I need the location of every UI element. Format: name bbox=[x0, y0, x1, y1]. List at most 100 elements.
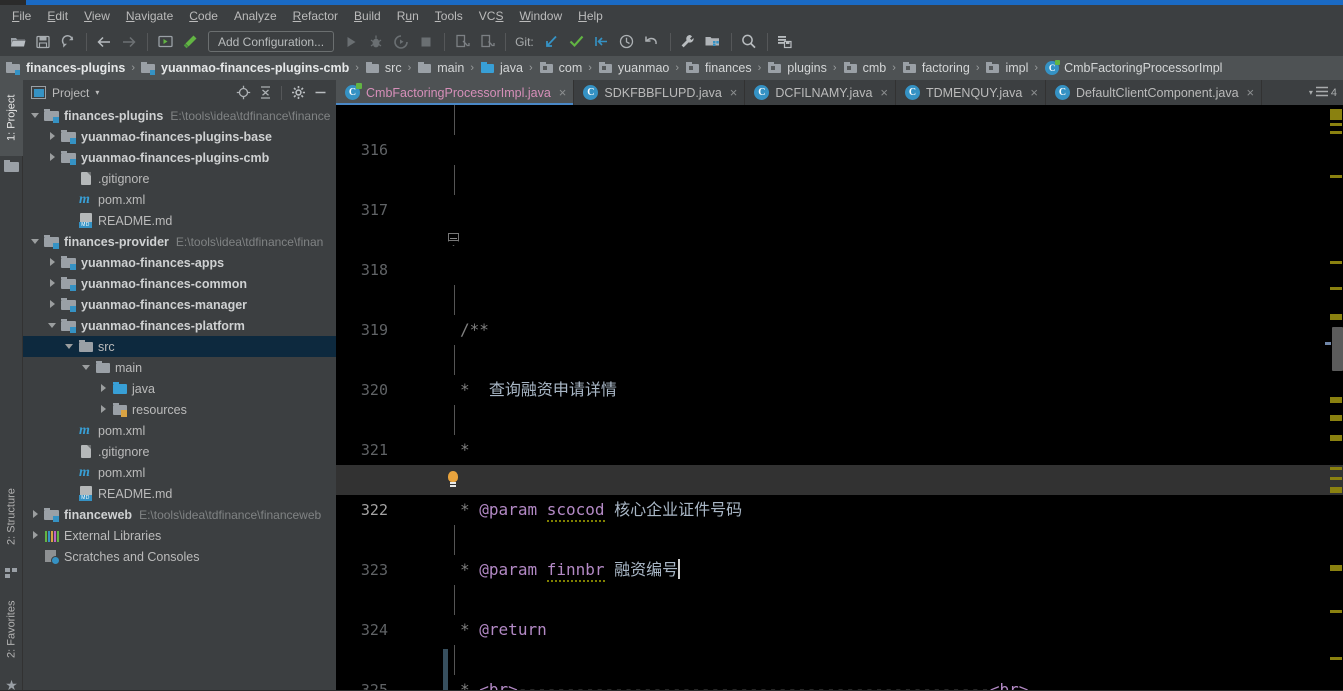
breadcrumb-item-src[interactable]: src bbox=[365, 60, 402, 76]
stripe-marker[interactable] bbox=[1330, 109, 1342, 120]
breadcrumb-item-plugins[interactable]: plugins bbox=[767, 60, 827, 76]
save-all-icon[interactable] bbox=[31, 30, 55, 54]
breadcrumb-item-cmbfactoringprocessorimpl[interactable]: C CmbFactoringProcessorImpl bbox=[1044, 60, 1222, 76]
editor-tab-defaultclientcomponent-java[interactable]: C DefaultClientComponent.java × bbox=[1046, 80, 1263, 105]
tree-node--gitignore[interactable]: .gitignore bbox=[23, 441, 336, 462]
chevron-down-icon[interactable]: ▾ bbox=[1309, 88, 1313, 97]
menu-item-tools[interactable]: Tools bbox=[427, 6, 471, 26]
stripe-marker[interactable] bbox=[1330, 487, 1342, 493]
forward-arrow-icon[interactable] bbox=[117, 30, 141, 54]
breadcrumb-item-impl[interactable]: impl bbox=[985, 60, 1028, 76]
breadcrumb-item-finances-plugins[interactable]: finances-plugins bbox=[6, 60, 125, 76]
stripe-marker[interactable] bbox=[1330, 565, 1342, 571]
chevron-down-icon[interactable] bbox=[65, 341, 76, 352]
database-icon[interactable] bbox=[773, 30, 797, 54]
tree-node-resources[interactable]: resources bbox=[23, 399, 336, 420]
editor-tab-dcfilnamy-java[interactable]: C DCFILNAMY.java × bbox=[745, 80, 897, 105]
close-icon[interactable]: × bbox=[880, 86, 888, 99]
breadcrumb-item-cmb[interactable]: cmb bbox=[843, 60, 886, 76]
tree-node-scratches-and-consoles[interactable]: Scratches and Consoles bbox=[23, 546, 336, 567]
menu-item-build[interactable]: Build bbox=[346, 6, 389, 26]
menu-item-vcs[interactable]: VCS bbox=[471, 6, 512, 26]
tree-node-yuanmao-finances-common[interactable]: yuanmao-finances-common bbox=[23, 273, 336, 294]
chevron-right-icon[interactable] bbox=[31, 509, 42, 520]
menu-item-help[interactable]: Help bbox=[570, 6, 611, 26]
stripe-marker[interactable] bbox=[1330, 287, 1342, 290]
tab-list-icon[interactable] bbox=[1315, 86, 1328, 100]
menu-item-analyze[interactable]: Analyze bbox=[226, 6, 285, 26]
intention-bulb-icon[interactable] bbox=[446, 471, 460, 488]
open-project-icon[interactable] bbox=[6, 30, 30, 54]
chevron-right-icon[interactable] bbox=[31, 530, 42, 541]
chevron-down-icon[interactable] bbox=[48, 320, 59, 331]
tree-node-pom-xml[interactable]: m pom.xml bbox=[23, 420, 336, 441]
tree-node-yuanmao-finances-plugins-cmb[interactable]: yuanmao-finances-plugins-cmb bbox=[23, 147, 336, 168]
run-icon[interactable] bbox=[339, 30, 363, 54]
tree-node-pom-xml[interactable]: m pom.xml bbox=[23, 462, 336, 483]
stripe-marker[interactable] bbox=[1330, 175, 1342, 178]
stripe-marker[interactable] bbox=[1330, 657, 1342, 660]
stripe-marker[interactable] bbox=[1330, 131, 1342, 134]
add-configuration-button[interactable]: Add Configuration... bbox=[208, 31, 335, 52]
editor-vertical-scrollbar[interactable] bbox=[1332, 327, 1343, 371]
breadcrumb-item-finances[interactable]: finances bbox=[685, 60, 752, 76]
menu-item-view[interactable]: View bbox=[76, 6, 118, 26]
stripe-marker[interactable] bbox=[1330, 435, 1342, 441]
fold-marker-collapse[interactable] bbox=[448, 233, 461, 246]
chevron-down-icon[interactable]: ▾ bbox=[95, 88, 99, 97]
tree-node-readme-md[interactable]: MD README.md bbox=[23, 483, 336, 504]
project-structure-icon[interactable] bbox=[701, 30, 725, 54]
tree-node-java[interactable]: java bbox=[23, 378, 336, 399]
stripe-marker[interactable] bbox=[1330, 477, 1342, 480]
tree-node-finances-provider[interactable]: finances-provider E:\tools\idea\tdfinance… bbox=[23, 231, 336, 252]
breadcrumb-item-com[interactable]: com bbox=[539, 60, 582, 76]
tree-node--gitignore[interactable]: .gitignore bbox=[23, 168, 336, 189]
breadcrumb-item-java[interactable]: java bbox=[480, 60, 523, 76]
code-editor[interactable]: 316 317 318 /** 319 * 查询融资申请详情 320 * 321… bbox=[336, 105, 1343, 691]
breadcrumb-item-factoring[interactable]: factoring bbox=[902, 60, 970, 76]
search-icon[interactable] bbox=[737, 30, 761, 54]
breadcrumb-item-yuanmao[interactable]: yuanmao bbox=[598, 60, 669, 76]
chevron-down-icon[interactable] bbox=[31, 236, 42, 247]
stripe-marker[interactable] bbox=[1330, 397, 1342, 403]
chevron-right-icon[interactable] bbox=[48, 152, 59, 163]
breadcrumb-item-yuanmao-finances-plugins-cmb[interactable]: yuanmao-finances-plugins-cmb bbox=[141, 60, 349, 76]
chevron-right-icon[interactable] bbox=[48, 131, 59, 142]
menu-item-refactor[interactable]: Refactor bbox=[285, 6, 346, 26]
breadcrumb-item-main[interactable]: main bbox=[417, 60, 464, 76]
close-icon[interactable]: × bbox=[559, 86, 567, 99]
editor-tabs-overflow[interactable]: ▾ 4 bbox=[1309, 80, 1343, 105]
git-update-icon[interactable] bbox=[540, 30, 564, 54]
chevron-down-icon[interactable] bbox=[31, 110, 42, 121]
editor-tab-cmbfactoringprocessorimpl-java[interactable]: C CmbFactoringProcessorImpl.java × bbox=[336, 80, 575, 105]
stripe-marker[interactable] bbox=[1330, 123, 1342, 126]
menu-item-file[interactable]: File bbox=[4, 6, 39, 26]
sidebar-item-structure[interactable]: 2: Structure bbox=[0, 472, 23, 562]
build-hammer-icon[interactable] bbox=[178, 30, 202, 54]
tree-node-main[interactable]: main bbox=[23, 357, 336, 378]
editor-tab-sdkfbbflupd-java[interactable]: C SDKFBBFLUPD.java × bbox=[574, 80, 746, 105]
uninstall-app-icon[interactable] bbox=[475, 30, 499, 54]
menu-item-navigate[interactable]: Navigate bbox=[118, 6, 181, 26]
chevron-right-icon[interactable] bbox=[48, 299, 59, 310]
project-tree[interactable]: finances-plugins E:\tools\idea\tdfinance\… bbox=[23, 105, 336, 691]
chevron-right-icon[interactable] bbox=[48, 257, 59, 268]
menu-item-run[interactable]: Run bbox=[389, 6, 427, 26]
close-icon[interactable]: × bbox=[1247, 86, 1255, 99]
back-arrow-icon[interactable] bbox=[92, 30, 116, 54]
locate-target-icon[interactable] bbox=[233, 83, 253, 103]
run-configuration-icon[interactable] bbox=[153, 30, 177, 54]
menu-item-window[interactable]: Window bbox=[511, 6, 570, 26]
chevron-right-icon[interactable] bbox=[99, 404, 110, 415]
install-app-icon[interactable] bbox=[450, 30, 474, 54]
menu-item-edit[interactable]: Edit bbox=[39, 6, 76, 26]
tree-node-yuanmao-finances-apps[interactable]: yuanmao-finances-apps bbox=[23, 252, 336, 273]
settings-gear-icon[interactable] bbox=[288, 83, 308, 103]
tree-node-yuanmao-finances-plugins-base[interactable]: yuanmao-finances-plugins-base bbox=[23, 126, 336, 147]
close-icon[interactable]: × bbox=[1030, 86, 1038, 99]
settings-wrench-icon[interactable] bbox=[676, 30, 700, 54]
debug-icon[interactable] bbox=[364, 30, 388, 54]
run-coverage-icon[interactable] bbox=[389, 30, 413, 54]
tree-node-external-libraries[interactable]: External Libraries bbox=[23, 525, 336, 546]
stripe-marker[interactable] bbox=[1330, 610, 1342, 613]
